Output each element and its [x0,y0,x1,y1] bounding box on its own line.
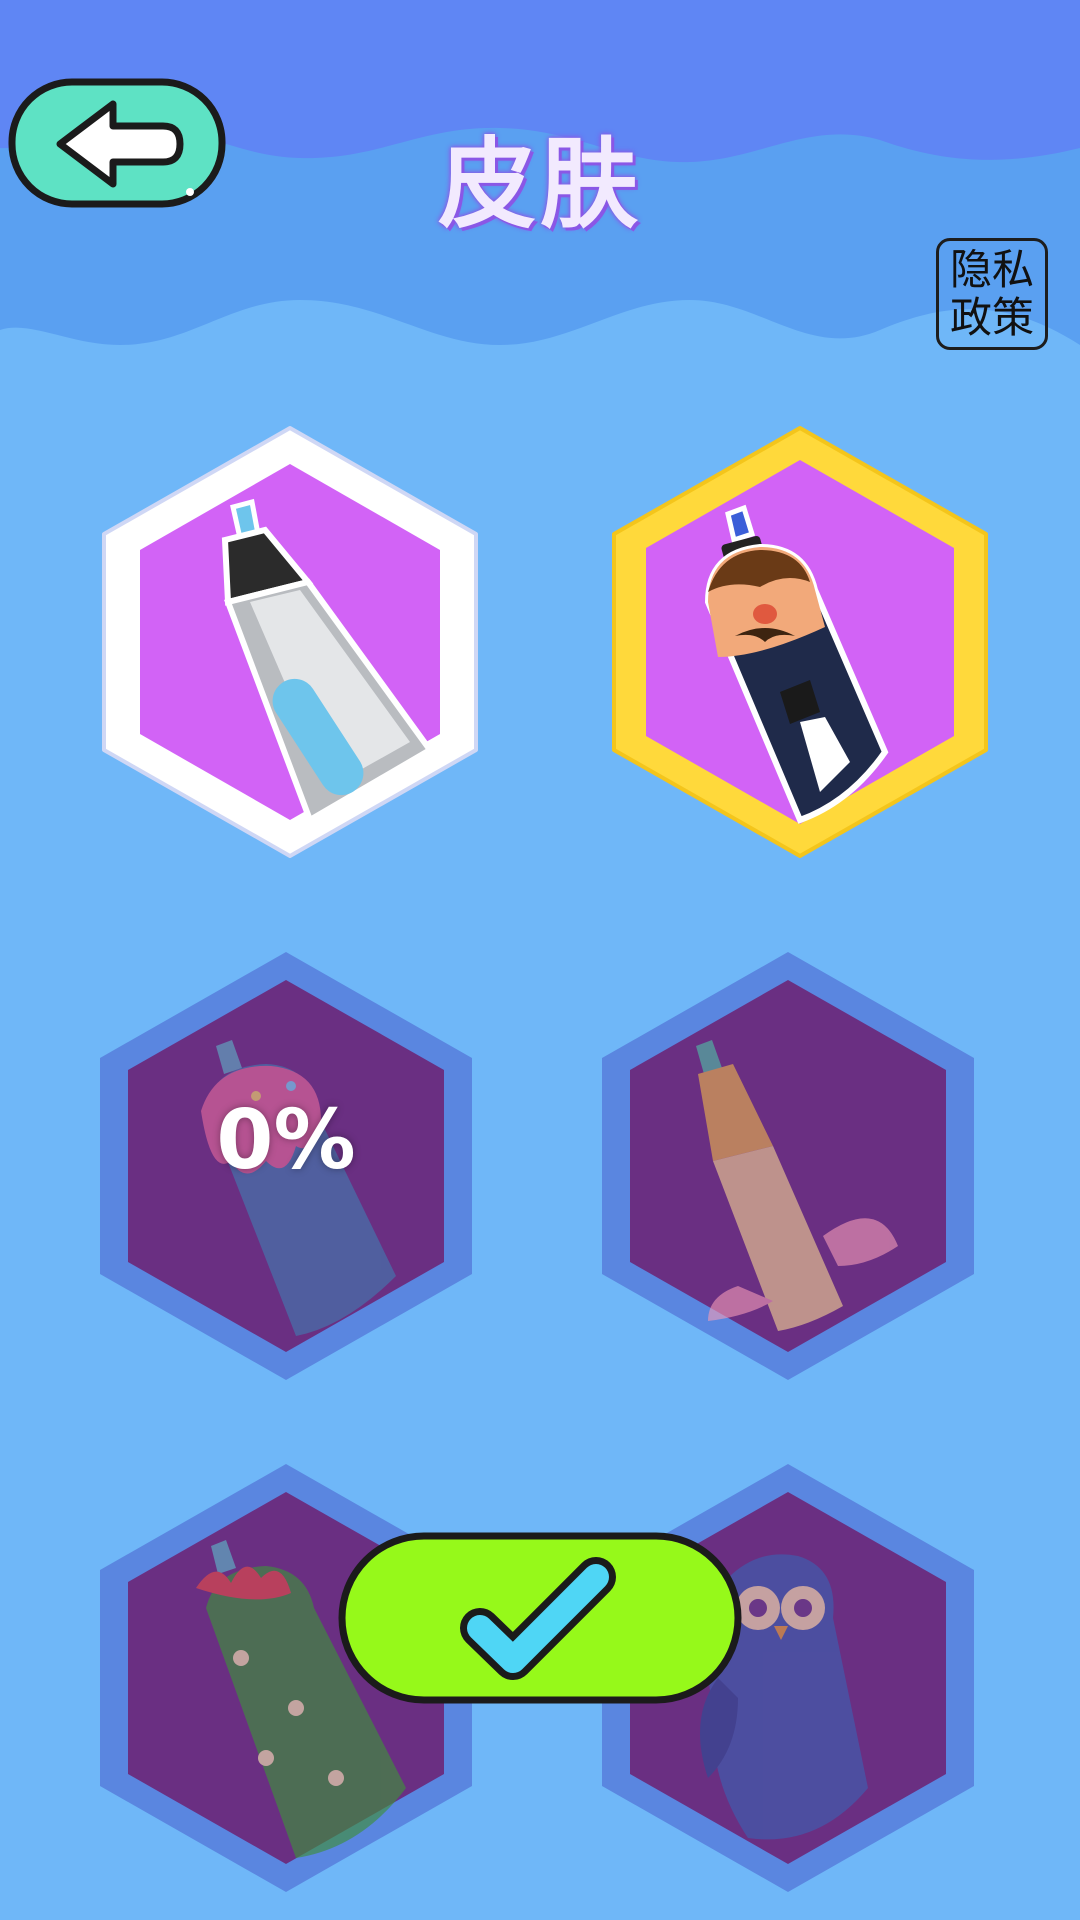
skin-slot-unicorn-pen[interactable] [598,946,978,1386]
confirm-button[interactable] [338,1532,742,1704]
skin-progress-label: 0% [216,1093,355,1188]
privacy-policy-link[interactable]: 隐私 政策 [936,238,1048,350]
skin-slot-gentleman-pen[interactable] [610,422,990,862]
privacy-policy-line-2: 政策 [949,293,1034,342]
skin-slot-classic-pen[interactable] [100,422,480,862]
skin-slot-ice-cream-pen[interactable]: 0% [96,946,476,1386]
page-title: 皮肤 [437,128,642,242]
privacy-policy-line-1: 隐私 [949,245,1034,294]
